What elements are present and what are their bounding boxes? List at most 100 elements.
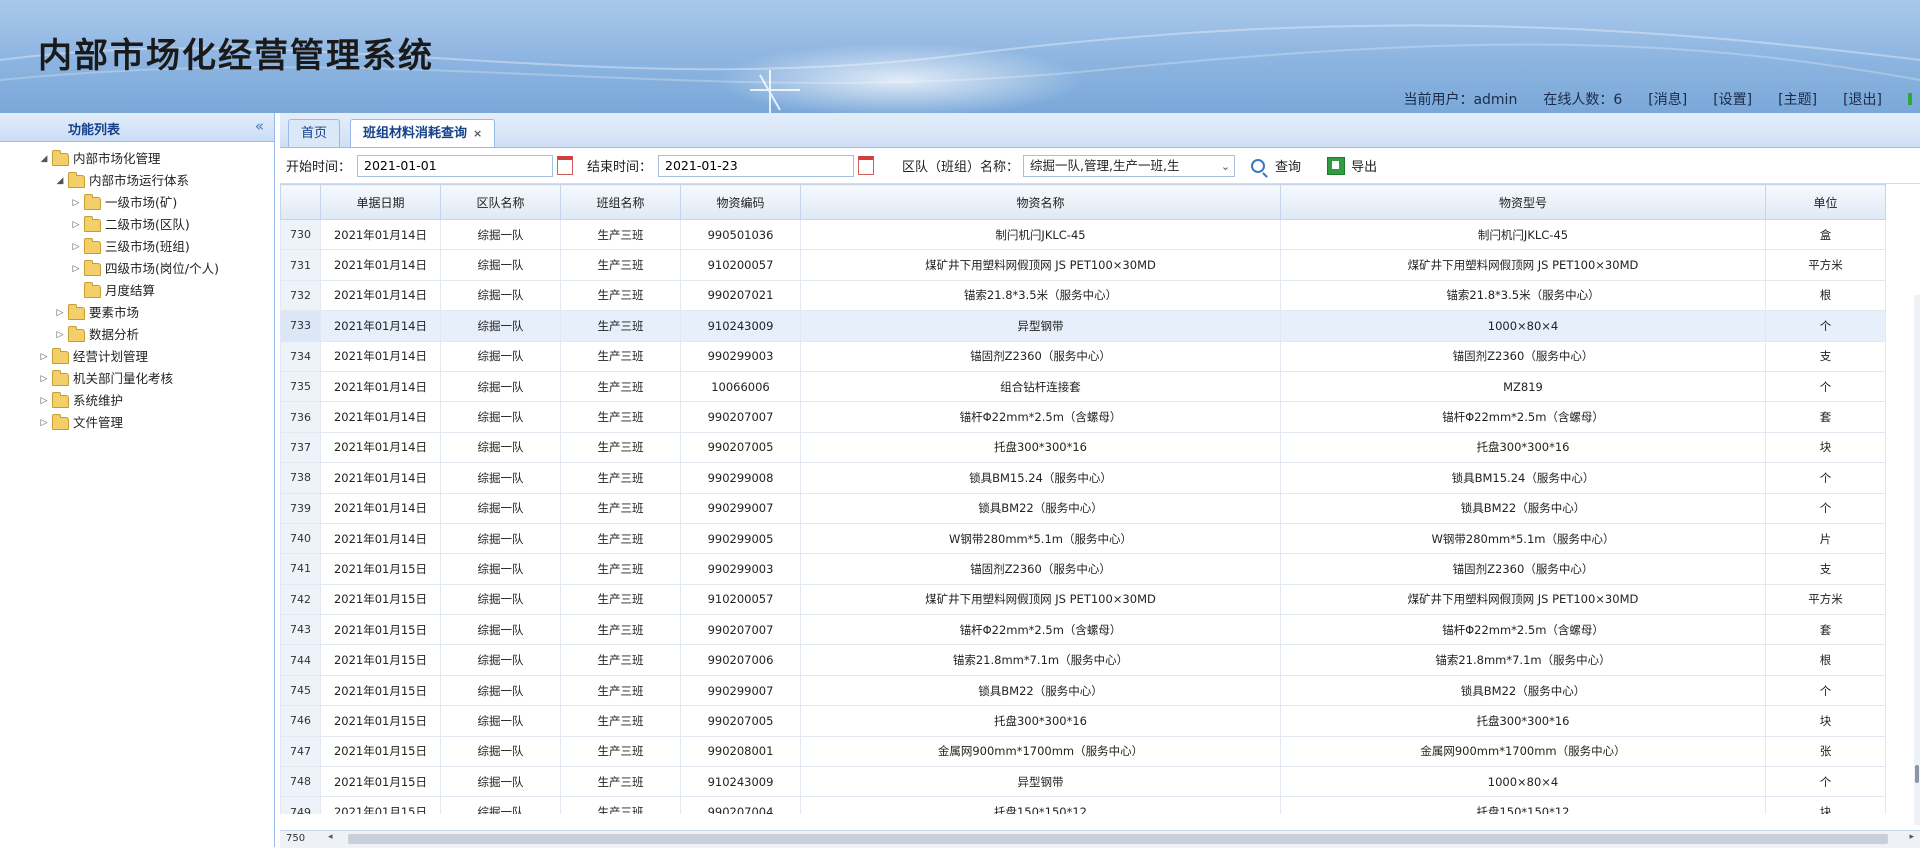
sidebar-tree-label: 三级市场(班组) (105, 239, 190, 254)
table-row[interactable]: 738 2021年01月14日 综掘一队 生产三班 990299008 锁具BM15.24… (280, 462, 1886, 494)
sidebar-tree-item[interactable]: ▷ 二级市场(区队) (0, 214, 274, 236)
folder-icon (52, 369, 69, 386)
scroll-thumb[interactable] (1915, 765, 1919, 783)
column-header[interactable]: 班组名称 (560, 184, 681, 220)
app-title: 内部市场化经营管理系统 (38, 36, 434, 76)
tree-expanded-icon[interactable]: ◢ (38, 148, 50, 170)
query-toolbar: 开始时间： 结束时间： 区队（班组）名称： 综掘一队,管理,生产一班,生 ⌄ 查… (280, 148, 1920, 184)
sidebar-tree-item[interactable]: ▷ 文件管理 (0, 412, 274, 434)
start-date-input[interactable] (357, 154, 554, 177)
row-number-cell: 732 (280, 279, 321, 312)
tree-collapsed-icon[interactable]: ▷ (54, 324, 66, 346)
horizontal-scrollbar[interactable]: 750 ◂ ▸ (280, 830, 1920, 848)
table-cell: 锚固剂Z2360（服务中心） (1280, 340, 1766, 372)
sidebar-tree-item[interactable]: ◢ 内部市场化管理 (0, 148, 274, 170)
tree-collapsed-icon[interactable]: ▷ (70, 192, 82, 214)
table-row[interactable]: 745 2021年01月15日 综掘一队 生产三班 990299007 锁具BM22（服务… (280, 674, 1886, 707)
column-header[interactable]: 单位 (1765, 184, 1886, 220)
tab-material-consumption[interactable]: 班组材料消耗查询 × (350, 119, 496, 147)
calendar-icon[interactable] (557, 156, 574, 175)
table-row[interactable]: 732 2021年01月14日 综掘一队 生产三班 990207021 锚索21.8*3.… (280, 279, 1886, 312)
column-header[interactable]: 物资名称 (800, 184, 1281, 220)
table-cell: 异型钢带 (800, 766, 1281, 798)
table-row[interactable]: 740 2021年01月14日 综掘一队 生产三班 990299005 W钢带280mm*… (280, 522, 1886, 555)
column-header[interactable] (280, 184, 321, 220)
logout-link[interactable]: [退出] (1843, 89, 1882, 109)
table-cell: 2021年01月14日 (320, 522, 441, 555)
column-header[interactable]: 物资编码 (680, 184, 801, 220)
table-cell: 生产三班 (560, 431, 681, 464)
table-row[interactable]: 737 2021年01月14日 综掘一队 生产三班 990207005 托盘300*300… (280, 431, 1886, 464)
tree-collapsed-icon[interactable]: ▷ (38, 346, 50, 368)
tree-collapsed-icon[interactable]: ▷ (38, 368, 50, 390)
table-cell: 生产三班 (560, 340, 681, 372)
table-row[interactable]: 746 2021年01月15日 综掘一队 生产三班 990207005 托盘300*300… (280, 705, 1886, 737)
tree-collapsed-icon[interactable]: ▷ (38, 412, 50, 434)
table-cell: 910243009 (680, 766, 801, 798)
export-button[interactable]: 导出 (1351, 156, 1377, 175)
theme-link[interactable]: [主题] (1778, 89, 1817, 109)
table-row[interactable]: 736 2021年01月14日 综掘一队 生产三班 990207007 锚杆Φ22mm*2… (280, 401, 1886, 433)
table-cell: 2021年01月14日 (320, 431, 441, 464)
collapse-double-left-icon[interactable]: « (255, 117, 264, 135)
table-cell: 990299005 (680, 522, 801, 555)
table-cell: 2021年01月15日 (320, 705, 441, 737)
tab-home[interactable]: 首页 (288, 119, 341, 147)
sidebar-tree-item[interactable]: ▷ 三级市场(班组) (0, 236, 274, 258)
sidebar-tree-item[interactable]: 月度结算 (0, 280, 274, 302)
sidebar-tree-item[interactable]: ▷ 一级市场(矿) (0, 192, 274, 214)
table-row[interactable]: 747 2021年01月15日 综掘一队 生产三班 990208001 金属网900mm*… (280, 735, 1886, 768)
table-row[interactable]: 742 2021年01月15日 综掘一队 生产三班 910200057 煤矿井下用塑料网假… (280, 583, 1886, 616)
table-cell: 2021年01月14日 (320, 310, 441, 342)
table-cell: 套 (1765, 401, 1886, 433)
table-cell: 异型钢带 (800, 310, 1281, 342)
table-cell: 综掘一队 (440, 462, 561, 494)
table-row[interactable]: 730 2021年01月14日 综掘一队 生产三班 990501036 制闩机闩JKLC-… (280, 218, 1886, 251)
data-grid: 单据日期 区队名称 班组名称 物资编码 物资名称 物资型号 单位 730 2021年01月14… (280, 184, 1920, 814)
table-row[interactable]: 731 2021年01月14日 综掘一队 生产三班 910200057 煤矿井下用塑料网假… (280, 249, 1886, 281)
sidebar-tree-label: 内部市场化管理 (73, 151, 161, 166)
tree-collapsed-icon[interactable]: ▷ (38, 390, 50, 412)
sidebar-tree-item[interactable]: ▷ 系统维护 (0, 390, 274, 412)
column-header[interactable]: 物资型号 (1280, 184, 1766, 220)
vertical-scrollbar[interactable] (1914, 295, 1920, 825)
table-cell: 1000×80×4 (1280, 766, 1766, 798)
close-icon[interactable]: × (473, 127, 482, 140)
tree-collapsed-icon[interactable]: ▷ (70, 214, 82, 236)
sidebar-tree-item[interactable]: ▷ 经营计划管理 (0, 346, 274, 368)
table-cell: 锚杆Φ22mm*2.5m（含螺母） (1280, 401, 1766, 433)
table-row[interactable]: 749 2021年01月15日 综掘一队 生产三班 990207004 托盘150*150… (280, 796, 1886, 814)
table-row[interactable]: 741 2021年01月15日 综掘一队 生产三班 990299003 锚固剂Z2360（… (280, 553, 1886, 585)
sidebar-tree-item[interactable]: ◢ 内部市场运行体系 (0, 170, 274, 192)
column-header[interactable]: 区队名称 (440, 184, 561, 220)
table-row[interactable]: 739 2021年01月14日 综掘一队 生产三班 990299007 锁具BM22（服务… (280, 492, 1886, 524)
tree-collapsed-icon[interactable]: ▷ (54, 302, 66, 324)
messages-link[interactable]: [消息] (1648, 89, 1687, 109)
table-row[interactable]: 733 2021年01月14日 综掘一队 生产三班 910243009 异型钢带 1000×… (280, 310, 1886, 342)
sidebar-tree-item[interactable]: ▷ 四级市场(岗位/个人) (0, 258, 274, 280)
calendar-icon[interactable] (858, 156, 875, 175)
scroll-thumb[interactable] (348, 834, 1888, 844)
search-button[interactable]: 查询 (1275, 156, 1301, 175)
tree-collapsed-icon[interactable]: ▷ (70, 236, 82, 258)
sidebar-tree-item[interactable]: ▷ 机关部门量化考核 (0, 368, 274, 390)
sidebar-tree-item[interactable]: ▷ 数据分析 (0, 324, 274, 346)
table-cell: 综掘一队 (440, 766, 561, 798)
tree-collapsed-icon[interactable]: ▷ (70, 258, 82, 280)
table-row[interactable]: 734 2021年01月14日 综掘一队 生产三班 990299003 锚固剂Z2360（… (280, 340, 1886, 372)
scroll-left-icon[interactable]: ◂ (328, 832, 333, 842)
table-row[interactable]: 735 2021年01月14日 综掘一队 生产三班 10066006 组合钻杆连接套 MZ8… (280, 370, 1886, 403)
table-cell: 锚杆Φ22mm*2.5m（含螺母） (800, 614, 1281, 646)
sidebar-tree-item[interactable]: ▷ 要素市场 (0, 302, 274, 324)
column-header[interactable]: 单据日期 (320, 184, 441, 220)
settings-link[interactable]: [设置] (1713, 89, 1752, 109)
table-cell: 片 (1765, 522, 1886, 555)
table-row[interactable]: 743 2021年01月15日 综掘一队 生产三班 990207007 锚杆Φ22mm*2… (280, 614, 1886, 646)
scroll-right-icon[interactable]: ▸ (1909, 832, 1914, 842)
team-select[interactable]: 综掘一队,管理,生产一班,生 ⌄ (1023, 154, 1236, 177)
table-cell: 2021年01月14日 (320, 218, 441, 251)
table-row[interactable]: 744 2021年01月15日 综掘一队 生产三班 990207006 锚索21.8mm*… (280, 644, 1886, 676)
tree-expanded-icon[interactable]: ◢ (54, 170, 66, 192)
end-date-input[interactable] (658, 154, 855, 177)
table-row[interactable]: 748 2021年01月15日 综掘一队 生产三班 910243009 异型钢带 1000×… (280, 766, 1886, 798)
